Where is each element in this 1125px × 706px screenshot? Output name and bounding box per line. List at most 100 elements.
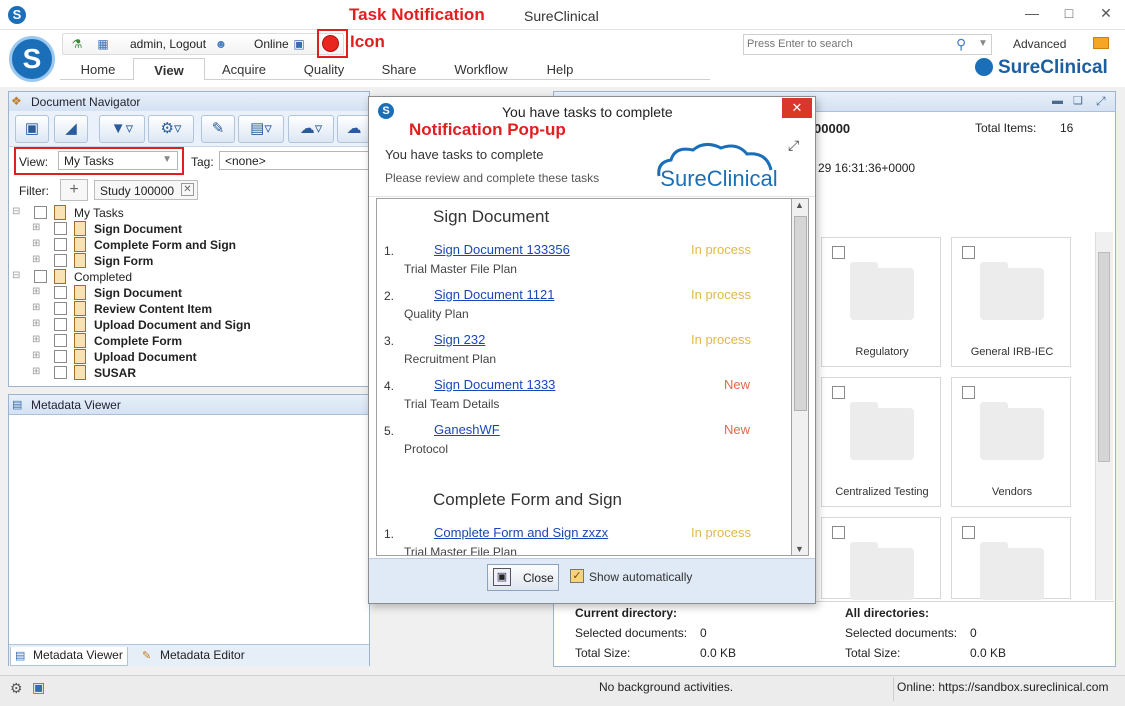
sureclinical-logo-icon: S [9, 36, 55, 82]
user-logout-link[interactable]: admin, Logout [130, 37, 206, 51]
tab-share[interactable]: Share [365, 58, 433, 80]
scrollbar-thumb[interactable] [1098, 252, 1110, 462]
tab-help[interactable]: Help [527, 58, 593, 80]
task-link[interactable]: Sign Document 1121 [434, 287, 554, 302]
folder-card[interactable]: General IRB-IEC [951, 237, 1071, 367]
minimize-button[interactable]: — [1019, 2, 1045, 24]
folder-card[interactable] [821, 517, 941, 600]
expand-icon[interactable]: ⊞ [32, 255, 43, 266]
tree-node-complete-form[interactable]: ⊞ Complete Form [12, 333, 352, 349]
show-automatically-checkbox[interactable]: ✓ [570, 569, 584, 583]
task-link[interactable]: Sign 232 [434, 332, 485, 347]
edit-button[interactable]: ✎ [201, 115, 235, 143]
tree-node-complete-form-and-sign[interactable]: ⊞ Complete Form and Sign [12, 237, 352, 253]
advanced-search-link[interactable]: Advanced [1013, 37, 1066, 51]
folder-checkbox[interactable] [962, 246, 975, 259]
tree-checkbox[interactable] [54, 222, 67, 235]
folder-checkbox[interactable] [832, 386, 845, 399]
monitor-view-button[interactable]: ▣ [15, 115, 49, 143]
tree-node-upload-document-and-sign[interactable]: ⊞ Upload Document and Sign [12, 317, 352, 333]
expand-icon[interactable]: ⊞ [32, 303, 43, 314]
expand-icon[interactable]: ⊞ [32, 223, 43, 234]
flask-icon[interactable]: ⚗ [70, 37, 84, 51]
expand-icon[interactable]: ⊞ [32, 335, 43, 346]
tree-checkbox[interactable] [54, 366, 67, 379]
task-link[interactable]: Complete Form and Sign zxzx [434, 525, 608, 540]
tree-node-my-tasks[interactable]: ⊟ My Tasks [12, 205, 352, 221]
task-notification-icon[interactable] [322, 35, 339, 52]
cloud-add-button[interactable]: ☁ [337, 115, 371, 143]
collapse-icon[interactable]: ⊟ [12, 271, 23, 282]
popup-close-button[interactable]: ✕ [782, 98, 812, 118]
tree-node-sign-form[interactable]: ⊞ Sign Form [12, 253, 352, 269]
folder-checkbox[interactable] [832, 246, 845, 259]
panel-restore-icon[interactable]: ❏ [1073, 94, 1083, 107]
tree-checkbox[interactable] [34, 270, 47, 283]
tree-checkbox[interactable] [54, 238, 67, 251]
search-icon[interactable]: ⚲ [956, 36, 966, 53]
task-link[interactable]: Sign Document 1333 [434, 377, 555, 392]
search-input[interactable] [747, 38, 947, 50]
tree-node-completed-sign-document[interactable]: ⊞ Sign Document [12, 285, 352, 301]
scroll-up-icon[interactable]: ▲ [795, 200, 804, 210]
panel-minimize-icon[interactable]: ▬ [1052, 95, 1063, 107]
popup-expand-icon[interactable]: ⤢ [788, 137, 799, 154]
window-close-button[interactable]: ✕ [1093, 2, 1119, 24]
expand-icon[interactable]: ⊞ [32, 287, 43, 298]
folder-card[interactable]: Centralized Testing [821, 377, 941, 507]
tab-quality[interactable]: Quality [290, 58, 358, 80]
filter-chip[interactable]: Study 100000 ✕ [94, 180, 198, 200]
scrollbar-thumb[interactable] [794, 216, 807, 411]
tree-node-susar[interactable]: ⊞ SUSAR [12, 365, 352, 381]
tab-metadata-editor[interactable]: ✎ Metadata Editor [138, 647, 249, 666]
tree-checkbox[interactable] [54, 286, 67, 299]
folder-checkbox[interactable] [962, 526, 975, 539]
close-button[interactable]: ▣ Close [487, 564, 559, 591]
view-select[interactable]: My Tasks ▼ [58, 151, 178, 170]
tree-checkbox[interactable] [54, 302, 67, 315]
task-link[interactable]: Sign Document 133356 [434, 242, 570, 257]
scroll-down-icon[interactable]: ▼ [795, 544, 804, 554]
chevron-down-icon[interactable]: ▼ [978, 38, 988, 49]
expand-icon[interactable]: ⊞ [32, 319, 43, 330]
tree-checkbox[interactable] [54, 334, 67, 347]
filter-dropdown-button[interactable]: ▼▿ [99, 115, 145, 143]
tab-workflow[interactable]: Workflow [446, 58, 516, 80]
document-actions-button[interactable]: ▤▿ [238, 115, 284, 143]
ruler-button[interactable]: ◢ [54, 115, 88, 143]
collapse-icon[interactable]: ⊟ [12, 207, 23, 218]
expand-icon[interactable]: ⊞ [32, 367, 43, 378]
task-link[interactable]: GaneshWF [434, 422, 500, 437]
folder-card[interactable]: Regulatory [821, 237, 941, 367]
folder-checkbox[interactable] [962, 386, 975, 399]
tree-node-upload-document[interactable]: ⊞ Upload Document [12, 349, 352, 365]
tv-icon[interactable]: ▣ [32, 679, 45, 696]
monitor-chart-icon[interactable]: ▦ [96, 37, 110, 51]
folder-card[interactable]: Vendors [951, 377, 1071, 507]
add-filter-button[interactable]: + [60, 179, 88, 201]
tab-view[interactable]: View [133, 58, 205, 80]
tree-node-sign-document[interactable]: ⊞ Sign Document [12, 221, 352, 237]
maximize-button[interactable]: □ [1056, 2, 1082, 24]
tree-node-review-content-item[interactable]: ⊞ Review Content Item [12, 301, 352, 317]
tree-node-completed[interactable]: ⊟ Completed [12, 269, 352, 285]
settings-dropdown-button[interactable]: ⚙▿ [148, 115, 194, 143]
cloud-save-button[interactable]: ☁▿ [288, 115, 334, 143]
folder-checkbox[interactable] [832, 526, 845, 539]
task-category: Trial Master File Plan [404, 262, 517, 276]
expand-icon[interactable]: ⊞ [32, 239, 43, 250]
folder-card[interactable] [951, 517, 1071, 600]
tree-checkbox[interactable] [54, 254, 67, 267]
tree-checkbox[interactable] [54, 350, 67, 363]
gear-icon[interactable]: ⚙ [10, 680, 23, 697]
panel-expand-icon[interactable]: ⤢ [1096, 94, 1106, 109]
tab-acquire[interactable]: Acquire [210, 58, 278, 80]
tab-metadata-viewer[interactable]: ▤ Metadata Viewer [10, 647, 128, 666]
tree-checkbox[interactable] [54, 318, 67, 331]
expand-icon[interactable]: ⊞ [32, 351, 43, 362]
remove-filter-icon[interactable]: ✕ [181, 183, 194, 196]
tag-field[interactable]: <none> [219, 151, 369, 170]
mail-icon[interactable] [1093, 37, 1109, 49]
tree-checkbox[interactable] [34, 206, 47, 219]
tab-home[interactable]: Home [66, 58, 130, 80]
